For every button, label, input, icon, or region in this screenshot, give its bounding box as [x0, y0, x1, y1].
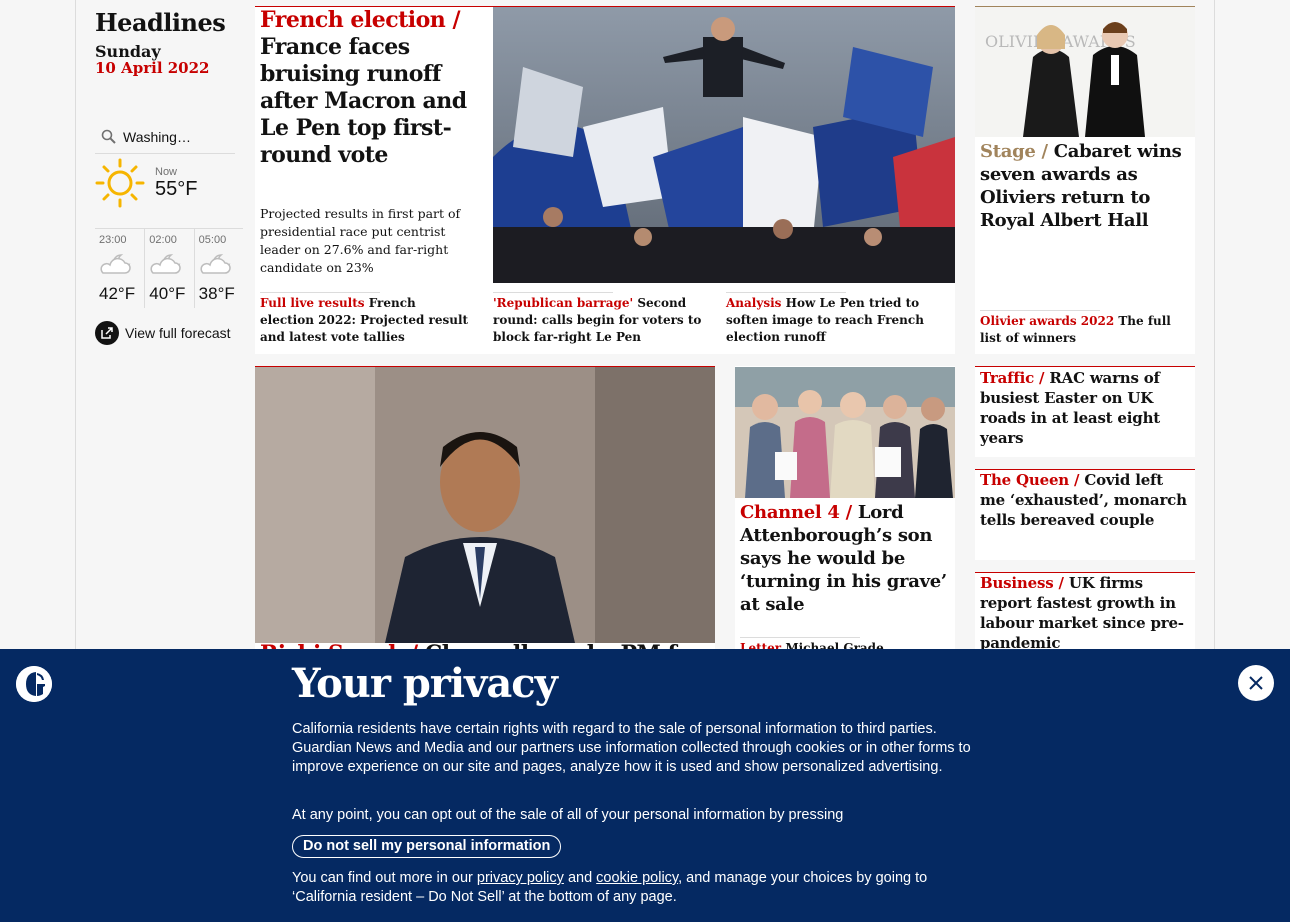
- weather-location-search[interactable]: Washing…: [95, 120, 235, 154]
- sublink-kicker: Analysis: [726, 296, 782, 310]
- sublink-rule: [980, 310, 1100, 311]
- stage-kicker: Stage /: [980, 141, 1048, 162]
- queen-headline[interactable]: The Queen / Covid left me ‘exhausted’, m…: [980, 470, 1190, 530]
- lead-headline-text: France faces bruising runoff after Macro…: [260, 34, 467, 168]
- lead-sublink-1[interactable]: Full live results French election 2022: …: [260, 295, 470, 346]
- cloudy-night-icon: [150, 254, 181, 274]
- traffic-headline[interactable]: Traffic / RAC warns of busiest Easter on…: [980, 368, 1190, 448]
- lead-sublink-2[interactable]: 'Republican barrage' Second round: calls…: [493, 295, 713, 346]
- forecast-time: 05:00: [198, 234, 227, 246]
- section-title: Headlines: [95, 8, 226, 37]
- view-full-forecast-link[interactable]: View full forecast: [95, 321, 231, 345]
- close-banner-button[interactable]: [1238, 665, 1274, 701]
- search-icon: [95, 129, 123, 145]
- close-icon: [1249, 676, 1263, 690]
- privacy-paragraph-2: At any point, you can opt out of the sal…: [292, 807, 844, 823]
- sun-icon: [95, 158, 147, 214]
- forecast-time: 23:00: [99, 234, 127, 246]
- guardian-logo-icon: [16, 666, 52, 702]
- card-top-rule: [975, 366, 1195, 367]
- privacy-title: Your privacy: [292, 660, 558, 707]
- forecast-slot: 23:00 42°F: [95, 229, 144, 308]
- weather-now: Now 55°F: [95, 158, 235, 214]
- channel4-headline[interactable]: Channel 4 / Lord Attenborough’s son says…: [740, 501, 952, 616]
- lead-headline[interactable]: French election / France faces bruising …: [260, 7, 485, 169]
- forecast-slot: 02:00 40°F: [144, 229, 193, 308]
- macron-rally-photo[interactable]: [493, 7, 955, 283]
- cookie-policy-link[interactable]: cookie policy: [596, 870, 678, 886]
- cloudy-night-icon: [100, 254, 131, 274]
- do-not-sell-button[interactable]: Do not sell my personal information: [292, 835, 562, 858]
- lead-standfirst: Projected results in first part of presi…: [260, 206, 461, 275]
- forecast-temperature: 42°F: [99, 284, 136, 303]
- privacy-text-part: You can find out more in our: [292, 870, 473, 886]
- sublink-kicker: 'Republican barrage': [493, 296, 634, 310]
- weather-forecast: 23:00 42°F 02:00 40°F 05:00 38°F: [95, 228, 243, 308]
- now-label: Now: [155, 166, 178, 178]
- weather-location: Washing…: [123, 128, 191, 145]
- sublink-kicker: Full live results: [260, 296, 365, 310]
- privacy-paragraph-1: California residents have certain rights…: [292, 721, 971, 775]
- traffic-kicker: Traffic /: [980, 369, 1045, 387]
- queen-kicker: The Queen /: [980, 471, 1080, 489]
- date-full: 10 April 2022: [95, 59, 210, 77]
- channel4-kicker: Channel 4 /: [740, 502, 852, 523]
- stage-headline[interactable]: Stage / Cabaret wins seven awards as Oli…: [980, 140, 1192, 232]
- now-temperature: 55°F: [155, 178, 198, 200]
- business-headline[interactable]: Business / UK firms report fastest growt…: [980, 573, 1190, 653]
- olivier-awards-photo[interactable]: OLIVIER AWARDS: [975, 7, 1195, 137]
- forecast-slot: 05:00 38°F: [193, 229, 243, 308]
- sublink-kicker: Olivier awards 2022: [980, 314, 1115, 328]
- derry-girls-photo[interactable]: [735, 367, 955, 498]
- sublink-rule: [493, 292, 613, 293]
- sublink-rule: [260, 292, 380, 293]
- cloudy-night-icon: [200, 254, 231, 274]
- lead-kicker: French election /: [260, 7, 461, 33]
- forecast-temperature: 40°F: [149, 284, 186, 303]
- rishi-sunak-photo[interactable]: [255, 367, 715, 643]
- privacy-policy-link[interactable]: privacy policy: [477, 870, 564, 886]
- business-kicker: Business /: [980, 574, 1064, 592]
- view-full-forecast-label: View full forecast: [125, 325, 231, 341]
- stage-sublink[interactable]: Olivier awards 2022 The full list of win…: [980, 313, 1190, 347]
- lead-sublink-3[interactable]: Analysis How Le Pen tried to soften imag…: [726, 295, 946, 346]
- privacy-paragraph-3: You can find out more in our privacy pol…: [292, 869, 992, 907]
- forecast-temperature: 38°F: [198, 284, 235, 303]
- forecast-time: 02:00: [149, 234, 177, 246]
- sublink-rule: [726, 292, 846, 293]
- sublink-rule: [740, 637, 860, 638]
- external-link-icon: [95, 321, 119, 345]
- privacy-text-part: and: [567, 870, 593, 886]
